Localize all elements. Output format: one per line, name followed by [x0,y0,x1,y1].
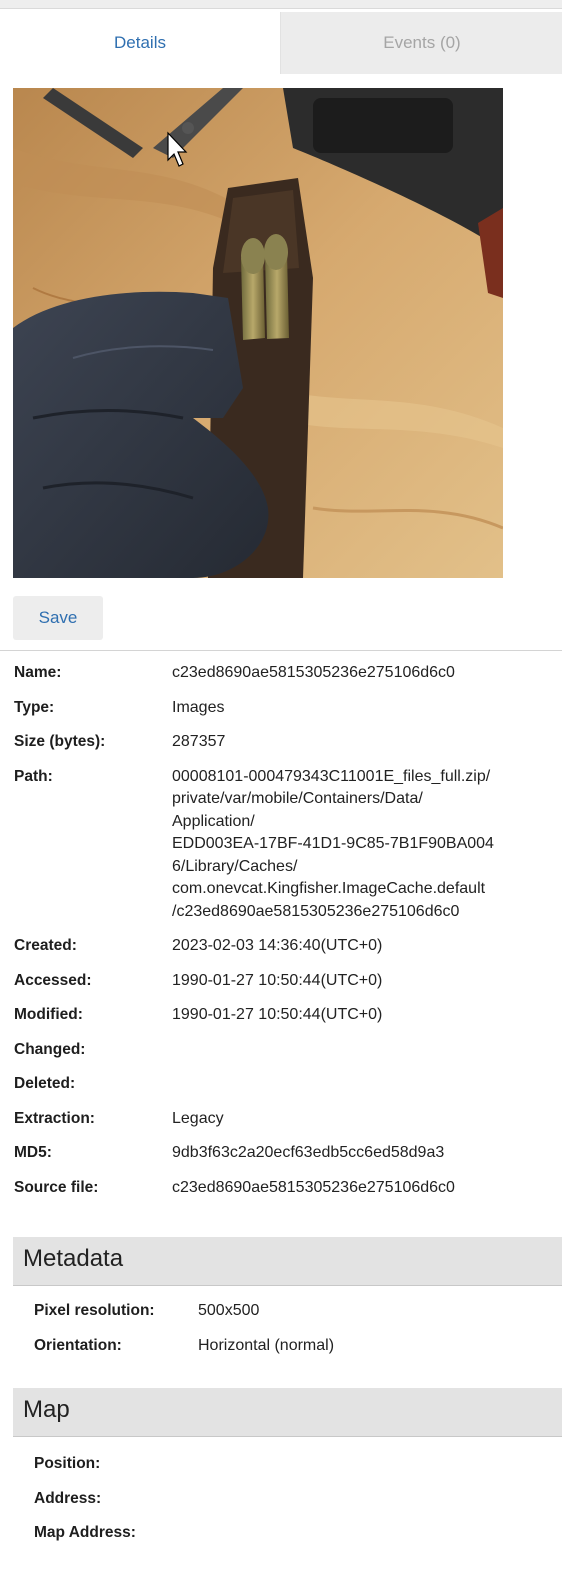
property-value [172,1073,562,1096]
map-section-header[interactable]: Map [13,1388,562,1437]
property-label: Changed: [14,1040,86,1058]
property-value [172,1039,562,1062]
map-row: Address: [34,1488,562,1511]
property-row: Name: c23ed8690ae5815305236e275106d6c0 [14,662,562,685]
property-label: Source file: [14,1178,99,1196]
property-label: Created: [14,937,77,954]
map-label: Map Address: [34,1524,136,1541]
property-label: MD5: [14,1144,52,1161]
property-value: c23ed8690ae5815305236e275106d6c0 [172,664,455,681]
map-value [198,1488,562,1511]
map-label: Position: [34,1455,101,1472]
property-value: c23ed8690ae5815305236e275106d6c0 [172,1178,455,1196]
metadata-list: Pixel resolution: 500x500 Orientation: Hori… [34,1300,562,1369]
metadata-section-title: Metadata [23,1245,124,1272]
properties-list: Name: c23ed8690ae5815305236e275106d6c0 Typ… [14,662,562,1211]
property-value: Legacy [172,1109,224,1127]
metadata-section-header[interactable]: Metadata [13,1237,562,1286]
property-row: Source file: c23ed8690ae5815305236e275106… [14,1177,562,1200]
property-label: Type: [14,698,55,716]
property-row: Changed: [14,1039,562,1062]
property-row: Deleted: [14,1073,562,1096]
map-row: Map Address: [34,1522,562,1545]
top-border [0,0,562,9]
tab-details[interactable]: Details [0,12,280,74]
image-preview [13,88,503,578]
property-row: Path: 00008101-000479343C11001E_files_ful… [14,766,562,924]
tab-events[interactable]: Events (0) [280,12,562,74]
save-button[interactable]: Save [13,596,103,640]
metadata-label: Orientation: [34,1336,122,1354]
map-section-title: Map [23,1396,70,1423]
property-value: 287357 [172,733,226,750]
photo-magazine-cartridges [13,88,503,578]
metadata-value: Horizontal (normal) [198,1336,335,1354]
property-value: 1990-01-27 10:50:44(UTC+0) [172,1006,383,1023]
map-list: Position: Address: Map Address: [34,1453,562,1557]
property-row: Modified: 1990-01-27 10:50:44(UTC+0) [14,1004,562,1027]
property-label: Size (bytes): [14,733,106,750]
map-value [198,1453,562,1476]
property-row: Created: 2023-02-03 14:36:40(UTC+0) [14,935,562,958]
property-label: Path: [14,767,53,785]
property-label: Extraction: [14,1109,95,1127]
map-row: Position: [34,1453,562,1476]
property-value: Images [172,698,225,716]
property-row: Type: Images [14,697,562,720]
property-value: 1990-01-27 10:50:44(UTC+0) [172,971,383,989]
map-label: Address: [34,1489,102,1507]
property-value: 9db3f63c2a20ecf63edb5cc6ed58d9a3 [172,1144,445,1161]
metadata-value: 500x500 [198,1302,260,1319]
property-value: 2023-02-03 14:36:40(UTC+0) [172,937,383,954]
property-row: Extraction: Legacy [14,1108,562,1131]
property-label: Name: [14,664,62,681]
metadata-row: Pixel resolution: 500x500 [34,1300,562,1323]
property-row: MD5: 9db3f63c2a20ecf63edb5cc6ed58d9a3 [14,1142,562,1165]
property-row: Size (bytes): 287357 [14,731,562,754]
map-value [198,1522,562,1545]
metadata-row: Orientation: Horizontal (normal) [34,1335,562,1358]
property-label: Modified: [14,1006,83,1023]
tab-bar: Details Events (0) [0,12,562,74]
property-label: Accessed: [14,971,92,989]
divider [0,650,562,651]
metadata-label: Pixel resolution: [34,1302,155,1319]
property-row: Accessed: 1990-01-27 10:50:44(UTC+0) [14,970,562,993]
property-value: 00008101-000479343C11001E_files_full.zip… [172,767,494,920]
property-label: Deleted: [14,1075,76,1092]
